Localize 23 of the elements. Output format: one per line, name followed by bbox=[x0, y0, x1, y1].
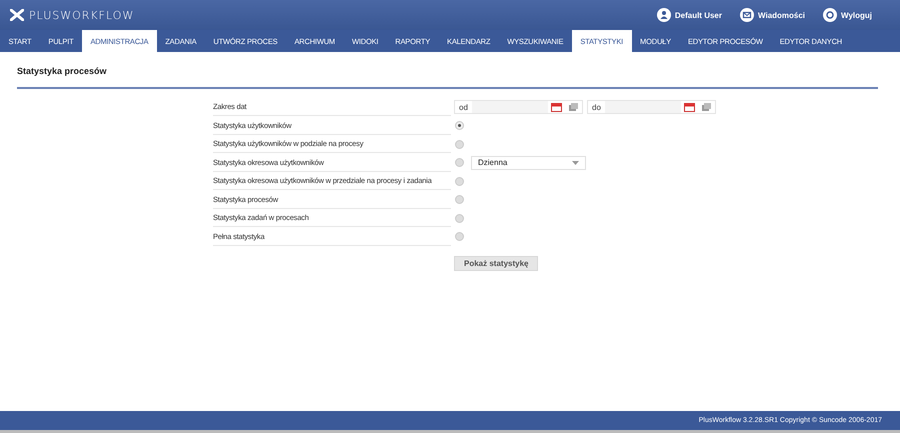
calendar-icon[interactable] bbox=[551, 102, 562, 112]
header-link[interactable]: Wyloguj bbox=[823, 8, 872, 22]
header-link[interactable]: Wiadomości bbox=[740, 8, 806, 22]
radio-button[interactable] bbox=[455, 214, 464, 223]
radio-button[interactable] bbox=[455, 195, 464, 204]
date-field[interactable]: od bbox=[454, 100, 583, 114]
radio-button[interactable] bbox=[455, 121, 464, 130]
radio-button[interactable] bbox=[455, 232, 464, 242]
period-dropdown[interactable]: Dzienna bbox=[471, 156, 586, 170]
caret-icon bbox=[572, 160, 579, 165]
envelope-icon bbox=[740, 8, 754, 22]
radio-button[interactable] bbox=[455, 140, 464, 149]
show-statistics-button[interactable]: Pokaż statystykę bbox=[454, 256, 538, 271]
calendar-icon[interactable] bbox=[684, 102, 695, 112]
power-icon bbox=[823, 8, 838, 22]
page-title: Statystyka procesów bbox=[17, 66, 108, 78]
logo-icon bbox=[10, 9, 24, 21]
radio-button[interactable] bbox=[455, 158, 464, 168]
date-field[interactable]: do bbox=[587, 100, 716, 114]
user-icon bbox=[656, 8, 671, 22]
radio-button[interactable] bbox=[455, 176, 464, 186]
logo-text: PLUSWORKFLOW bbox=[29, 8, 134, 22]
header-link[interactable]: Default User bbox=[656, 8, 722, 22]
